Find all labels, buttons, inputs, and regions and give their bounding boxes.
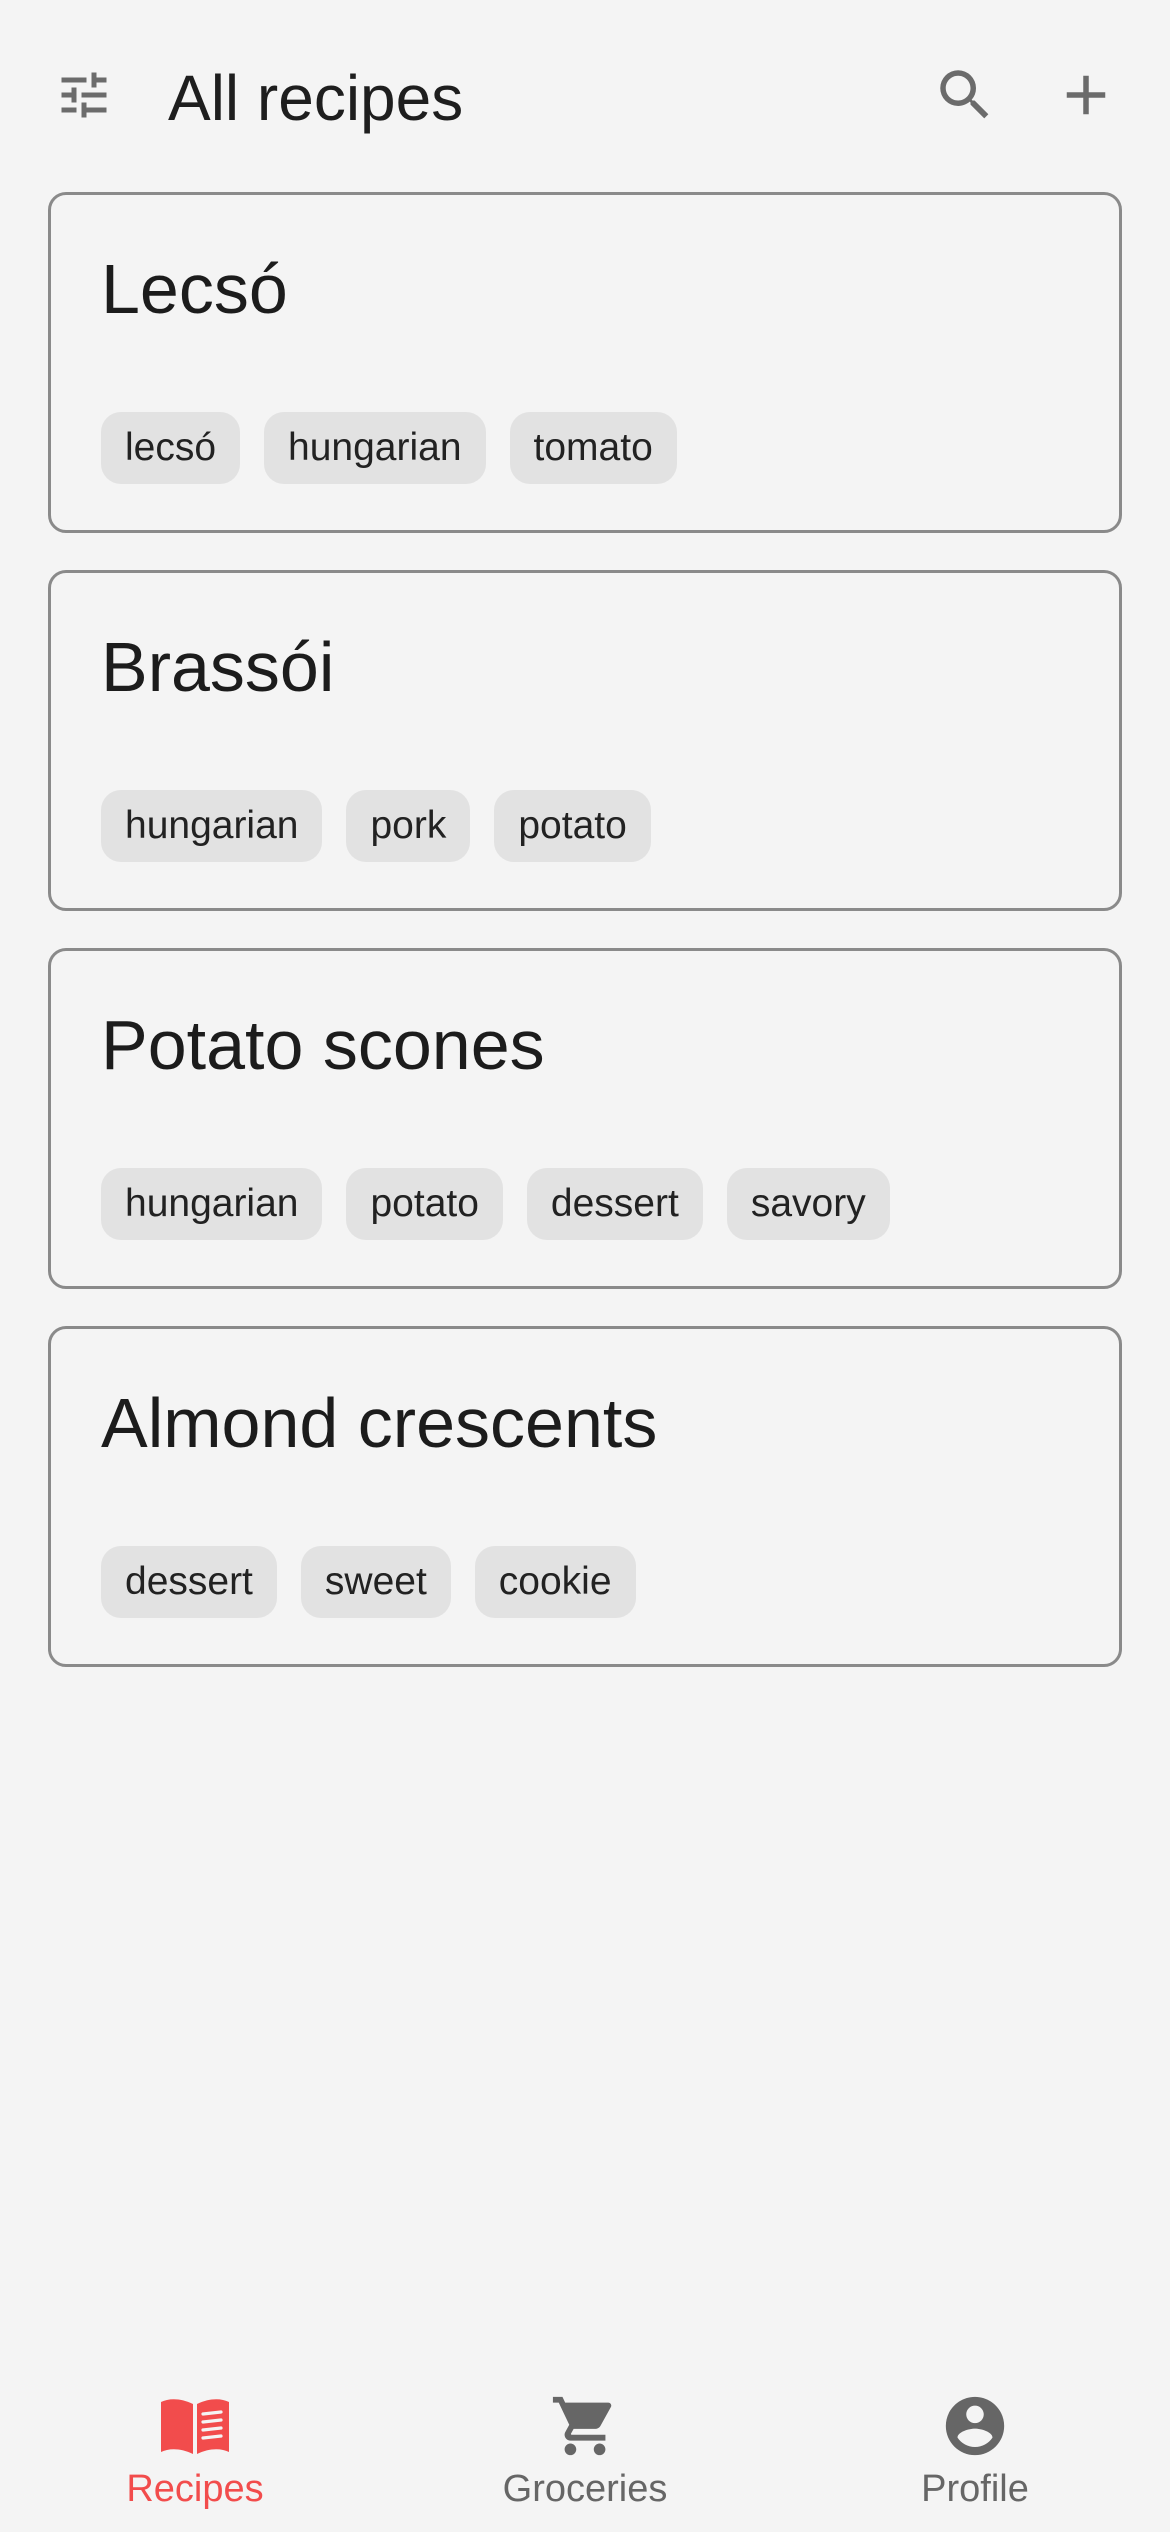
tag-list: hungarian potato dessert savory — [101, 1168, 890, 1240]
tag-chip[interactable]: lecsó — [101, 412, 241, 484]
recipe-title: Almond crescents — [101, 1384, 658, 1462]
recipe-card[interactable]: Lecsó lecsó hungarian tomato — [48, 192, 1122, 533]
book-icon — [159, 2390, 231, 2462]
nav-item-groceries[interactable]: Groceries — [455, 2390, 715, 2520]
app-root: All recipes Lecsó lecsó hungarian tomato — [0, 0, 1170, 2532]
tag-list: dessert sweet cookie — [101, 1546, 636, 1618]
nav-label: Profile — [921, 2468, 1029, 2510]
tune-filter-icon — [54, 65, 114, 130]
recipe-title: Brassói — [101, 628, 335, 706]
nav-label: Groceries — [502, 2468, 668, 2510]
tag-chip[interactable]: dessert — [526, 1168, 703, 1240]
tag-chip[interactable]: tomato — [509, 412, 677, 484]
tag-list: lecsó hungarian tomato — [101, 412, 677, 484]
filter-button[interactable] — [42, 55, 126, 139]
bottom-navigation: Recipes Groceries Profile — [0, 2370, 1170, 2532]
top-app-bar: All recipes — [0, 0, 1170, 190]
nav-label: Recipes — [126, 2468, 264, 2510]
search-icon — [932, 62, 998, 133]
add-recipe-button[interactable] — [1044, 55, 1128, 139]
nav-item-recipes[interactable]: Recipes — [65, 2390, 325, 2520]
tag-chip[interactable]: savory — [726, 1168, 890, 1240]
tag-list: hungarian pork potato — [101, 790, 651, 862]
recipe-list: Lecsó lecsó hungarian tomato Brassói hun… — [48, 192, 1122, 1704]
add-icon — [1053, 62, 1119, 133]
recipe-card[interactable]: Almond crescents dessert sweet cookie — [48, 1326, 1122, 1667]
tag-chip[interactable]: potato — [346, 1168, 503, 1240]
tag-chip[interactable]: dessert — [101, 1546, 277, 1618]
search-button[interactable] — [923, 55, 1007, 139]
recipe-card[interactable]: Brassói hungarian pork potato — [48, 570, 1122, 911]
tag-chip[interactable]: hungarian — [101, 790, 323, 862]
tag-chip[interactable]: hungarian — [264, 412, 486, 484]
page-title: All recipes — [168, 62, 464, 134]
recipe-title: Lecsó — [101, 250, 288, 328]
recipe-title: Potato scones — [101, 1006, 545, 1084]
tag-chip[interactable]: pork — [346, 790, 471, 862]
tag-chip[interactable]: cookie — [474, 1546, 636, 1618]
account-icon — [939, 2390, 1011, 2462]
tag-chip[interactable]: potato — [494, 790, 651, 862]
tag-chip[interactable]: hungarian — [101, 1168, 323, 1240]
nav-item-profile[interactable]: Profile — [845, 2390, 1105, 2520]
cart-icon — [549, 2390, 621, 2462]
tag-chip[interactable]: sweet — [300, 1546, 451, 1618]
recipe-card[interactable]: Potato scones hungarian potato dessert s… — [48, 948, 1122, 1289]
